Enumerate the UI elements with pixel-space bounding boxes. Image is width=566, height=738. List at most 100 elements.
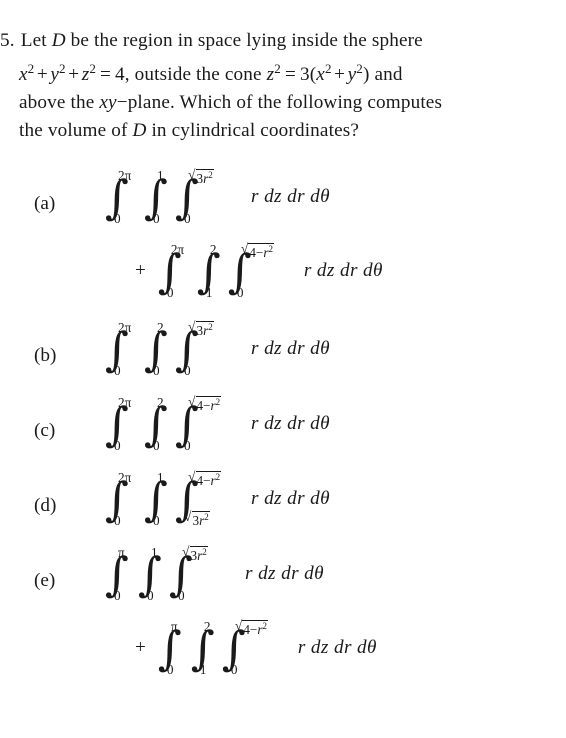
- exponent-2: 2: [215, 397, 221, 407]
- integral-lower-limit: 0: [167, 663, 174, 676]
- upper-limit-value: 2: [157, 395, 164, 410]
- upper-limit-value: 2π: [118, 320, 131, 335]
- integral-lower-limit: 0: [114, 514, 121, 527]
- integral-upper-limit: 1: [151, 546, 158, 559]
- question-line-4: the volume of D in cylindrical coordinat…: [0, 117, 566, 145]
- radicand-text: 3r2: [193, 512, 209, 528]
- exponent-2: 2: [262, 621, 267, 631]
- integral-upper-limit: √ 3r2: [188, 168, 214, 186]
- exponent-2: 2: [27, 61, 35, 76]
- exponent-2: 2: [202, 547, 207, 557]
- math-four: 4: [114, 64, 125, 86]
- option-label-b[interactable]: (b): [34, 346, 56, 365]
- option-row[interactable]: (a) ∫ 2π 0 ∫ 1 0 ∫ √ 3r2 0 r dz dr dθ + ∫ 2π 0 ∫ 2 1 ∫ √ 4−r2…: [0, 156, 566, 306]
- math-x: x: [19, 64, 28, 86]
- radicand-text: 3r2: [197, 323, 213, 338]
- integral-upper-limit: √ 4−r2: [234, 618, 268, 636]
- question-line-2: x2 + y2 + z2 = 4, outside the cone z2 = 3(x2 + y2)…: [0, 55, 566, 89]
- integral-lower-limit: 0: [178, 589, 185, 602]
- integral-upper-limit: 2π: [118, 471, 131, 484]
- stem-text-above: above the: [19, 92, 95, 114]
- integral-sign: ∫ √ 3r2 0: [175, 319, 237, 377]
- radicand-text: 4−r2: [243, 622, 267, 637]
- exponent-2: 2: [208, 322, 213, 332]
- math-plus: +: [334, 64, 346, 86]
- stem-text-and: and: [374, 64, 403, 86]
- integral-lower-limit: 0: [153, 514, 160, 527]
- integral-expression: ∫ 2π 0 ∫ 1 0 ∫ √ 3r2 0 r dz dr dθ: [105, 168, 330, 226]
- lower-limit-value: 0: [114, 513, 121, 528]
- question-number: 5.: [0, 30, 15, 51]
- integral-lower-limit: 1: [206, 286, 213, 299]
- exponent-2: 2: [89, 61, 96, 76]
- upper-limit-sqrt: √ 4−r2: [241, 242, 274, 260]
- integrand: r dz dr dθ: [303, 260, 383, 281]
- math-symbol: 0: [236, 284, 244, 300]
- math-symbol: 1: [199, 661, 207, 677]
- integral-upper-limit: 2π: [171, 243, 184, 256]
- radicand: 3r2: [195, 321, 214, 338]
- math-symbol: 2: [118, 320, 125, 335]
- math-symbol: 1: [157, 168, 164, 183]
- math-minus: −: [116, 92, 128, 114]
- integral-lower-limit: 0: [231, 663, 238, 676]
- integral-upper-limit: √ 3r2: [182, 545, 208, 562]
- math-symbol: π: [118, 545, 125, 560]
- option-label-c[interactable]: (c): [34, 421, 55, 440]
- integral-upper-limit: √ 4−r2: [188, 470, 222, 487]
- stem-text-plane: plane. Which of the following computes: [127, 92, 443, 114]
- integral-lower-limit: 0: [114, 589, 121, 602]
- math-equals: =: [284, 64, 296, 86]
- integral-upper-limit: 2: [157, 396, 164, 409]
- option-label-e[interactable]: (e): [34, 571, 55, 590]
- exponent-2: 2: [324, 61, 332, 76]
- radicand: 4−r2: [242, 620, 268, 636]
- math-y: y: [50, 64, 60, 86]
- exponent-2: 2: [274, 61, 281, 76]
- question-stem: 5. Let D be the region in space lying ins…: [0, 27, 566, 145]
- math-symbol: 1: [205, 284, 213, 300]
- integral-lower-limit: 0: [147, 589, 154, 602]
- integrand: r dz dr dθ: [297, 637, 377, 658]
- option-label-a[interactable]: (a): [34, 194, 55, 213]
- math-plus: +: [36, 64, 48, 86]
- integral-upper-limit: 1: [157, 471, 164, 484]
- math-three: 3: [299, 64, 310, 86]
- radicand-text: 4−r2: [197, 398, 221, 413]
- integral-expression: ∫ 2π 0 ∫ 1 0 ∫ √ 4−r2 √ 3r2 r dz dr dθ: [105, 470, 330, 528]
- option-row[interactable]: (e) ∫ π 0 ∫ 1 0 ∫ √ 3r2 0 r dz dr dθ + ∫ π 0 ∫ 2 1 ∫ √ 4−r2 0 r…: [0, 541, 566, 691]
- upper-limit-value: 2π: [118, 470, 131, 485]
- math-symbol: π: [124, 395, 132, 410]
- radical-icon: √: [234, 618, 243, 633]
- integral-sign: ∫ 1 0: [144, 168, 172, 225]
- lower-limit-value: 1: [200, 662, 207, 677]
- upper-limit-value: 1: [157, 470, 164, 485]
- lower-limit-value: 0: [184, 438, 191, 453]
- integral-sign: ∫ 1 0: [138, 546, 166, 602]
- lower-limit-value: 0: [167, 662, 174, 677]
- math-symbol: 0: [153, 362, 160, 378]
- math-symbol: 0: [184, 210, 191, 226]
- lower-limit-value: 0: [167, 285, 174, 300]
- radicand-text: 4−r2: [249, 245, 273, 260]
- integral-sign: ∫ √ 3r2 0: [169, 545, 231, 602]
- integral-lower-limit: 1: [200, 663, 207, 676]
- radicand-text: 3r2: [197, 171, 213, 186]
- plus-connector: +: [135, 260, 146, 281]
- integral-upper-limit: 2: [157, 321, 164, 334]
- integral-lower-limit: 0: [184, 364, 191, 377]
- integral-sign: ∫ 2π 0: [105, 471, 141, 527]
- math-symbol: 0: [147, 587, 154, 603]
- lower-limit-value: 0: [153, 438, 160, 453]
- lower-limit-value: 0: [114, 438, 121, 453]
- stem-text-cylindrical: in cylindrical coordinates?: [151, 120, 360, 142]
- exponent-2: 2: [356, 61, 363, 76]
- stem-text-outside-cone: , outside the cone: [124, 64, 262, 86]
- radical-icon: √: [188, 319, 196, 334]
- integrand: r dz dr dθ: [245, 563, 324, 584]
- integral-upper-limit: 2π: [118, 169, 131, 182]
- math-symbol: −: [203, 397, 211, 413]
- integral-upper-limit: π: [171, 620, 178, 633]
- math-symbol: π: [177, 242, 185, 257]
- option-label-d[interactable]: (d): [34, 496, 56, 515]
